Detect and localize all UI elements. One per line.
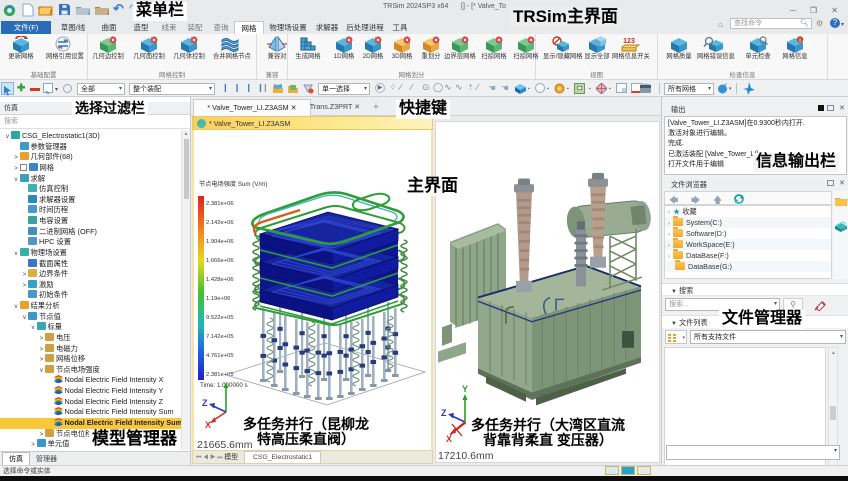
- svg-text:1.19e+06: 1.19e+06: [206, 296, 230, 302]
- svg-text:2.142e+06: 2.142e+06: [206, 220, 234, 226]
- svg-text:1.666e+06: 1.666e+06: [206, 258, 234, 264]
- svg-text:Z: Z: [441, 408, 447, 418]
- svg-text:1.428e+06: 1.428e+06: [206, 277, 234, 283]
- svg-text:1.904e+06: 1.904e+06: [206, 239, 234, 245]
- svg-text:节点电场强度 Sum (V/m): 节点电场强度 Sum (V/m): [199, 180, 267, 188]
- svg-text:X: X: [205, 420, 211, 430]
- svg-text:2.381e+05: 2.381e+05: [206, 372, 234, 378]
- svg-text:4.761e+05: 4.761e+05: [206, 353, 234, 359]
- svg-text:17210.6mm: 17210.6mm: [438, 450, 494, 462]
- svg-text:2.381e+06: 2.381e+06: [206, 201, 234, 207]
- svg-text:9.522e+05: 9.522e+05: [206, 315, 234, 321]
- svg-text:123: 123: [623, 38, 635, 45]
- svg-text:Y: Y: [462, 384, 468, 394]
- svg-text:7.142e+05: 7.142e+05: [206, 334, 234, 340]
- svg-text:Z: Z: [202, 398, 208, 408]
